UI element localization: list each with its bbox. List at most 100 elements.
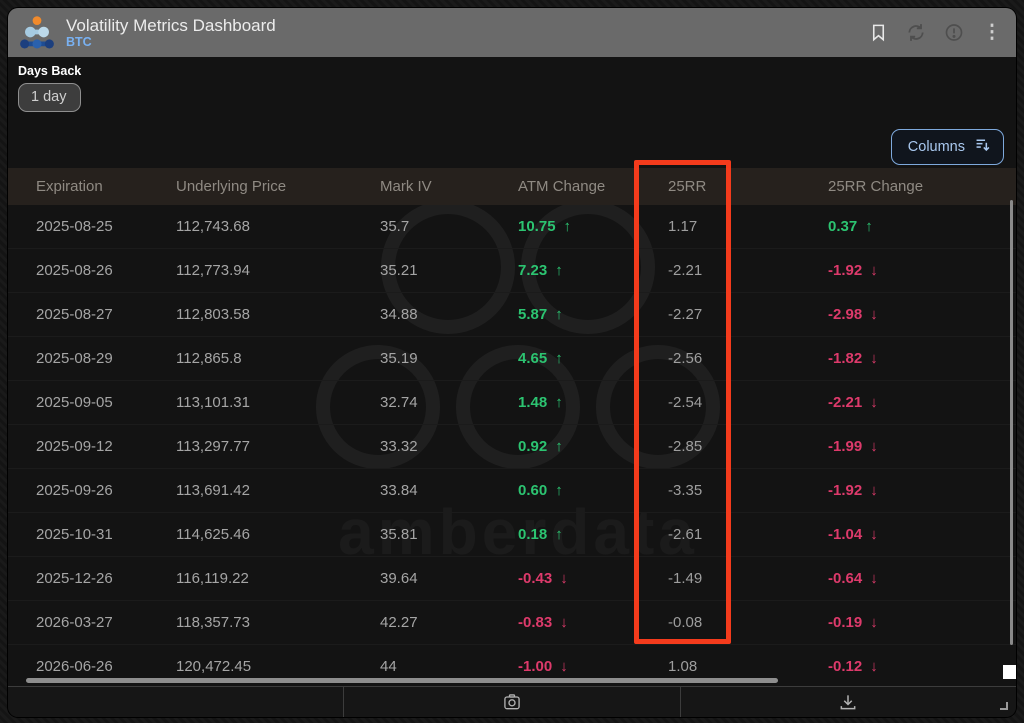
mark-iv-cell: 39.64: [380, 570, 518, 587]
down-arrow-icon: ↓: [870, 306, 878, 323]
download-button[interactable]: [838, 692, 858, 712]
rr25-change-cell: -2.98↓: [828, 306, 1016, 323]
table-row[interactable]: 2025-08-25112,743.6835.710.75↑1.170.37↑1: [8, 205, 1016, 249]
up-arrow-icon: ↑: [555, 262, 563, 279]
up-arrow-icon: ↑: [865, 218, 873, 235]
footer-cell-right: [680, 687, 1016, 717]
underlying-price-cell: 112,773.94: [176, 262, 380, 279]
refresh-icon[interactable]: [906, 23, 926, 43]
screenshot-camera-button[interactable]: [502, 692, 522, 712]
underlying-price-cell: 114,625.46: [176, 526, 380, 543]
info-icon[interactable]: [944, 23, 964, 43]
title-block: Volatility Metrics Dashboard BTC: [66, 16, 276, 49]
expiration-cell: 2025-12-26: [36, 570, 176, 587]
up-arrow-icon: ↑: [555, 394, 563, 411]
table-row[interactable]: 2025-09-12113,297.7733.320.92↑-2.85-1.99…: [8, 425, 1016, 469]
table-row[interactable]: 2025-12-26116,119.2239.64-0.43↓-1.49-0.6…: [8, 557, 1016, 601]
underlying-price-cell: 116,119.22: [176, 570, 380, 587]
down-arrow-icon: ↓: [870, 570, 878, 587]
up-arrow-icon: ↑: [555, 350, 563, 367]
expiration-cell: 2025-08-26: [36, 262, 176, 279]
mark-iv-cell: 35.7: [380, 218, 518, 235]
columns-button[interactable]: Columns: [891, 129, 1004, 165]
expiration-cell: 2026-06-26: [36, 658, 176, 675]
down-arrow-icon: ↓: [870, 482, 878, 499]
down-arrow-icon: ↓: [560, 658, 568, 675]
underlying-price-cell: 118,357.73: [176, 614, 380, 631]
rr25-cell: -2.21: [668, 262, 828, 279]
atm-change-cell: 10.75↑: [518, 218, 668, 235]
asset-label: BTC: [66, 35, 276, 49]
table-row[interactable]: 2025-09-26113,691.4233.840.60↑-3.35-1.92…: [8, 469, 1016, 513]
column-header-25rr[interactable]: 25RR: [668, 178, 828, 195]
atm-change-cell: -0.43↓: [518, 570, 668, 587]
underlying-price-cell: 113,297.77: [176, 438, 380, 455]
expiration-cell: 2025-08-29: [36, 350, 176, 367]
days-back-select[interactable]: 1 day: [18, 83, 81, 112]
rr25-change-cell: -0.19↓: [828, 614, 1016, 631]
mark-iv-cell: 35.81: [380, 526, 518, 543]
down-arrow-icon: ↓: [870, 526, 878, 543]
rr25-change-cell: -1.99↓: [828, 438, 1016, 455]
expiration-cell: 2025-08-27: [36, 306, 176, 323]
down-arrow-icon: ↓: [560, 614, 568, 631]
mark-iv-cell: 33.32: [380, 438, 518, 455]
down-arrow-icon: ↓: [870, 614, 878, 631]
page-title: Volatility Metrics Dashboard: [66, 16, 276, 35]
rr25-change-cell: -1.92↓: [828, 262, 1016, 279]
table-row[interactable]: 2026-03-27118,357.7342.27-0.83↓-0.08-0.1…: [8, 601, 1016, 645]
rr25-change-cell: -1.04↓: [828, 526, 1016, 543]
table-row[interactable]: 2025-08-27112,803.5834.885.87↑-2.27-2.98…: [8, 293, 1016, 337]
filters: Days Back 1 day: [18, 64, 81, 112]
expiration-cell: 2025-08-25: [36, 218, 176, 235]
atm-change-cell: 0.92↑: [518, 438, 668, 455]
rr25-cell: -2.27: [668, 306, 828, 323]
bookmark-icon[interactable]: [868, 23, 888, 43]
underlying-price-cell: 120,472.45: [176, 658, 380, 675]
rr25-change-cell: -1.92↓: [828, 482, 1016, 499]
mark-iv-cell: 44: [380, 658, 518, 675]
up-arrow-icon: ↑: [555, 306, 563, 323]
atm-change-cell: 1.48↑: [518, 394, 668, 411]
expiration-cell: 2025-09-05: [36, 394, 176, 411]
rr25-cell: -1.49: [668, 570, 828, 587]
down-arrow-icon: ↓: [870, 394, 878, 411]
underlying-price-cell: 113,691.42: [176, 482, 380, 499]
underlying-price-cell: 112,743.68: [176, 218, 380, 235]
footer-cell-middle: [343, 687, 679, 717]
mark-iv-cell: 32.74: [380, 394, 518, 411]
mark-iv-cell: 33.84: [380, 482, 518, 499]
underlying-price-cell: 112,803.58: [176, 306, 380, 323]
table-row[interactable]: 2025-09-05113,101.3132.741.48↑-2.54-2.21…: [8, 381, 1016, 425]
atm-change-cell: -0.83↓: [518, 614, 668, 631]
rr25-change-cell: -0.64↓: [828, 570, 1016, 587]
rr25-cell: -0.08: [668, 614, 828, 631]
mark-iv-cell: 35.19: [380, 350, 518, 367]
column-header-expiration[interactable]: Expiration: [36, 178, 176, 195]
rr25-cell: -2.61: [668, 526, 828, 543]
expiration-cell: 2025-09-26: [36, 482, 176, 499]
rr25-cell: -2.56: [668, 350, 828, 367]
up-arrow-icon: ↑: [555, 438, 563, 455]
up-arrow-icon: ↑: [564, 218, 572, 235]
dashboard-window: Volatility Metrics Dashboard BTC ⋮: [8, 8, 1016, 717]
table-row[interactable]: 2025-10-31114,625.4635.810.18↑-2.61-1.04…: [8, 513, 1016, 557]
vertical-scrollbar[interactable]: [1010, 200, 1013, 645]
column-header-25rr-change[interactable]: 25RR Change: [828, 178, 1016, 195]
mark-iv-cell: 34.88: [380, 306, 518, 323]
column-header-mark-iv[interactable]: Mark IV: [380, 178, 518, 195]
atm-change-cell: 7.23↑: [518, 262, 668, 279]
horizontal-scrollbar[interactable]: [26, 678, 778, 683]
column-header-underlying-price[interactable]: Underlying Price: [176, 178, 380, 195]
atm-change-cell: 0.60↑: [518, 482, 668, 499]
table-row[interactable]: 2025-08-26112,773.9435.217.23↑-2.21-1.92…: [8, 249, 1016, 293]
rr25-change-cell: -1.82↓: [828, 350, 1016, 367]
kebab-menu-icon[interactable]: ⋮: [982, 23, 1002, 43]
down-arrow-icon: ↓: [870, 350, 878, 367]
column-header-atm-change[interactable]: ATM Change: [518, 178, 668, 195]
footer-toolbar: [8, 686, 1016, 717]
rr25-cell: 1.17: [668, 218, 828, 235]
down-arrow-icon: ↓: [560, 570, 568, 587]
atm-change-cell: 0.18↑: [518, 526, 668, 543]
table-row[interactable]: 2025-08-29112,865.835.194.65↑-2.56-1.82↓…: [8, 337, 1016, 381]
